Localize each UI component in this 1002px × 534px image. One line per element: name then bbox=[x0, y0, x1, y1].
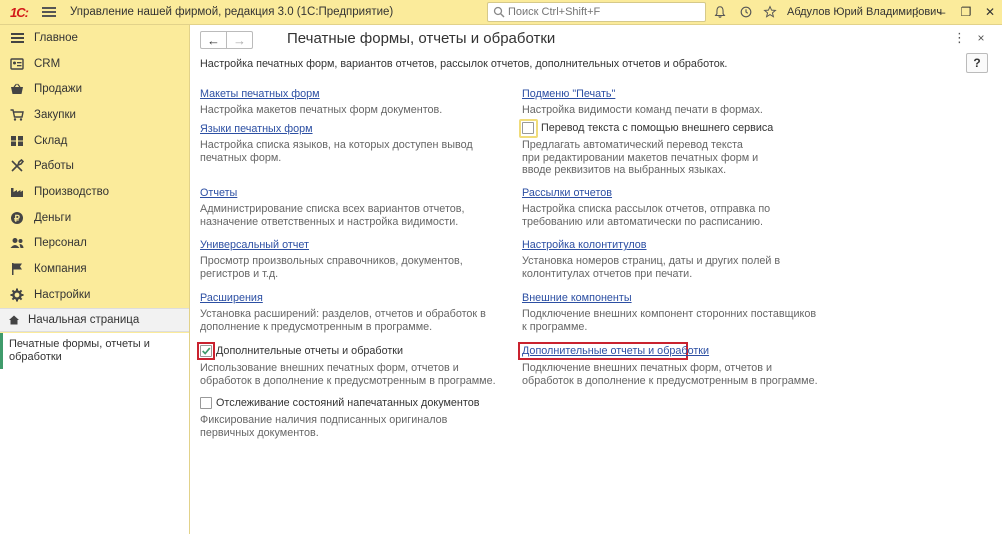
print-templates-link[interactable]: Макеты печатных форм bbox=[200, 88, 320, 100]
start-page-item[interactable]: Начальная страница bbox=[0, 308, 189, 332]
forward-button[interactable]: → bbox=[227, 32, 252, 48]
reports-link[interactable]: Отчеты bbox=[200, 187, 237, 199]
external-components-link[interactable]: Внешние компоненты bbox=[522, 292, 632, 304]
history-icon[interactable] bbox=[738, 4, 754, 20]
favorites-star-icon[interactable] bbox=[762, 4, 778, 20]
app-title: Управление нашей фирмой, редакция 3.0 (1… bbox=[70, 6, 394, 18]
page-title: Печатные формы, отчеты и обработки bbox=[287, 30, 556, 47]
sidebar-item-label: Главное bbox=[34, 31, 78, 44]
translate-desc: Предлагать автоматический перевод текста… bbox=[522, 139, 759, 176]
basket-icon bbox=[10, 82, 24, 96]
sidebar-item-label: Склад bbox=[34, 134, 68, 147]
svg-text:₽: ₽ bbox=[14, 213, 20, 223]
print-submenu-link[interactable]: Подменю "Печать" bbox=[522, 88, 615, 100]
sidebar: Главное CRM Продажи Закупки Склад Работы Произ… bbox=[0, 25, 190, 534]
additional-reports-checkbox[interactable] bbox=[200, 345, 212, 357]
minimize-button[interactable]: ‒ bbox=[931, 3, 953, 21]
search-icon bbox=[493, 6, 505, 18]
extensions-desc: Установка расширений: разделов, отчетов … bbox=[200, 308, 486, 333]
sidebar-item-label: Настройки bbox=[34, 288, 91, 301]
sidebar-item-4[interactable]: Закупки bbox=[0, 102, 189, 128]
headers-footers-desc: Установка номеров страниц, даты и других… bbox=[522, 255, 781, 280]
tracking-checkbox[interactable] bbox=[200, 397, 212, 409]
tools-icon bbox=[10, 159, 24, 173]
search-input[interactable] bbox=[508, 6, 698, 18]
coin-icon: ₽ bbox=[10, 211, 24, 225]
restore-button[interactable]: ❐ bbox=[955, 3, 977, 21]
additional-reports-label[interactable]: Дополнительные отчеты и обработки bbox=[216, 345, 403, 357]
menu-lines-icon bbox=[10, 31, 24, 45]
bell-icon[interactable] bbox=[712, 4, 728, 20]
additional-reports-desc: Использование внешних печатных форм, отч… bbox=[200, 362, 496, 387]
mailings-desc: Настройка списка рассылок отчетов, отпра… bbox=[522, 203, 771, 228]
tracking-desc: Фиксирование наличия подписанных оригина… bbox=[200, 414, 448, 439]
factory-icon bbox=[10, 185, 24, 199]
crm-card-icon bbox=[10, 57, 24, 71]
print-templates-desc: Настройка макетов печатных форм документ… bbox=[200, 104, 443, 116]
app-logo: 1С: bbox=[10, 4, 29, 20]
sidebar-item-label: Закупки bbox=[34, 108, 76, 121]
back-button[interactable]: ← bbox=[201, 32, 227, 48]
mailings-link[interactable]: Рассылки отчетов bbox=[522, 187, 612, 199]
sidebar-item-3[interactable]: Продажи bbox=[0, 76, 189, 102]
open-windows-area bbox=[0, 369, 189, 534]
flag-icon bbox=[10, 262, 24, 276]
sidebar-item-5[interactable]: Склад bbox=[0, 128, 189, 154]
window-close-button[interactable]: ✕ bbox=[979, 3, 1001, 21]
navigation-buttons: ← → bbox=[200, 31, 253, 49]
checkmark-icon bbox=[202, 347, 211, 355]
main-content: ← → Печатные формы, отчеты и обработки ⋮… bbox=[191, 25, 1002, 534]
page-description: Настройка печатных форм, вариантов отчет… bbox=[200, 58, 728, 70]
universal-report-link[interactable]: Универсальный отчет bbox=[200, 239, 309, 251]
sidebar-item-label: Работы bbox=[34, 160, 74, 173]
form-close-button[interactable]: × bbox=[974, 31, 988, 47]
sidebar-item-7[interactable]: Производство bbox=[0, 179, 189, 205]
sidebar-item-11[interactable]: Настройки bbox=[0, 282, 189, 308]
universal-report-desc: Просмотр произвольных справочников, доку… bbox=[200, 255, 463, 280]
translate-checkbox[interactable] bbox=[522, 122, 534, 134]
tracking-label[interactable]: Отслеживание состояний напечатанных доку… bbox=[216, 397, 479, 409]
sidebar-item-label: CRM bbox=[34, 57, 61, 70]
reports-desc: Администрирование списка всех вариантов … bbox=[200, 203, 465, 228]
home-icon bbox=[9, 315, 19, 325]
additional-reports-right-desc: Подключение внешних печатных форм, отчет… bbox=[522, 362, 818, 387]
sidebar-item-label: Производство bbox=[34, 185, 109, 198]
main-menu-icon[interactable] bbox=[42, 7, 56, 17]
sidebar-item-10[interactable]: Компания bbox=[0, 256, 189, 282]
extensions-link[interactable]: Расширения bbox=[200, 292, 263, 304]
sidebar-item-8[interactable]: ₽ Деньги bbox=[0, 205, 189, 231]
translate-label[interactable]: Перевод текста с помощью внешнего сервис… bbox=[541, 122, 773, 134]
print-languages-desc: Настройка списка языков, на которых дост… bbox=[200, 139, 473, 164]
cart-icon bbox=[10, 108, 24, 122]
sidebar-item-2[interactable]: CRM bbox=[0, 51, 189, 77]
sidebar-item-label: Персонал bbox=[34, 237, 87, 250]
open-window-item[interactable]: Печатные формы, отчеты и обработки bbox=[0, 333, 189, 369]
sidebar-item-1[interactable]: Главное bbox=[0, 25, 189, 51]
print-languages-link[interactable]: Языки печатных форм bbox=[200, 123, 313, 135]
section-list: Главное CRM Продажи Закупки Склад Работы Произ… bbox=[0, 25, 189, 308]
sidebar-item-9[interactable]: Персонал bbox=[0, 231, 189, 257]
help-button[interactable]: ? bbox=[966, 53, 988, 73]
external-components-desc: Подключение внешних компонент сторонних … bbox=[522, 308, 817, 333]
gear-icon bbox=[10, 288, 24, 302]
sidebar-item-label: Компания bbox=[34, 263, 87, 276]
start-page-label: Начальная страница bbox=[28, 314, 140, 326]
search-box[interactable] bbox=[487, 2, 706, 22]
warehouse-icon bbox=[10, 134, 24, 148]
sidebar-item-label: Продажи bbox=[34, 83, 83, 96]
headers-footers-link[interactable]: Настройка колонтитулов bbox=[522, 239, 647, 251]
additional-reports-link[interactable]: Дополнительные отчеты и обработки bbox=[522, 345, 709, 357]
people-icon bbox=[10, 236, 24, 250]
print-submenu-desc: Настройка видимости команд печати в форм… bbox=[522, 104, 763, 116]
sidebar-item-6[interactable]: Работы bbox=[0, 153, 189, 179]
titlebar-more-button[interactable]: ⋮ bbox=[906, 3, 928, 21]
form-more-button[interactable]: ⋮ bbox=[953, 31, 966, 47]
sidebar-item-label: Деньги bbox=[34, 211, 72, 224]
